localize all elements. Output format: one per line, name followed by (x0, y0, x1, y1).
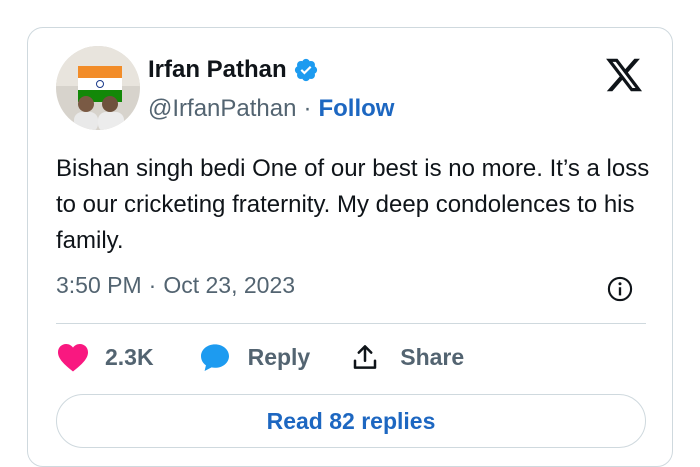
share-label: Share (400, 343, 465, 370)
speech-bubble-icon (198, 341, 232, 373)
tweet-time: 3:50 PM (56, 272, 142, 298)
timestamp-separator: · (148, 272, 157, 298)
heart-icon (56, 342, 90, 372)
author-handle[interactable]: @IrfanPathan (148, 95, 296, 123)
like-count: 2.3K (105, 343, 154, 370)
share-button[interactable]: Share (350, 342, 464, 372)
info-icon[interactable] (606, 275, 634, 303)
author-name[interactable]: Irfan Pathan (148, 56, 287, 84)
handle-separator: · (303, 95, 312, 122)
follow-button[interactable]: Follow (318, 95, 394, 123)
divider (56, 323, 646, 324)
tweet-date: Oct 23, 2023 (163, 272, 296, 298)
read-replies-button[interactable]: Read 82 replies (56, 394, 646, 448)
tweet-card: Irfan Pathan @IrfanPathan · Follow Bisha… (27, 27, 673, 467)
reply-label: Reply (247, 343, 311, 370)
like-button[interactable]: 2.3K (56, 342, 154, 372)
tweet-text: Bishan singh bedi One of our best is no … (56, 155, 650, 254)
reply-button[interactable]: Reply (198, 341, 311, 373)
read-replies-label: Read 82 replies (266, 407, 436, 434)
action-bar: 2.3K Reply Share (56, 341, 464, 373)
verified-badge-icon (293, 57, 319, 83)
x-logo-icon[interactable] (604, 55, 644, 95)
avatar-photo (56, 46, 140, 130)
author-name-row: Irfan Pathan (148, 56, 319, 84)
tweet-timestamp[interactable]: 3:50 PM · Oct 23, 2023 (56, 272, 646, 299)
avatar[interactable] (56, 46, 140, 130)
upload-share-icon (350, 342, 380, 372)
author-handle-row: @IrfanPathan · Follow (148, 95, 394, 123)
